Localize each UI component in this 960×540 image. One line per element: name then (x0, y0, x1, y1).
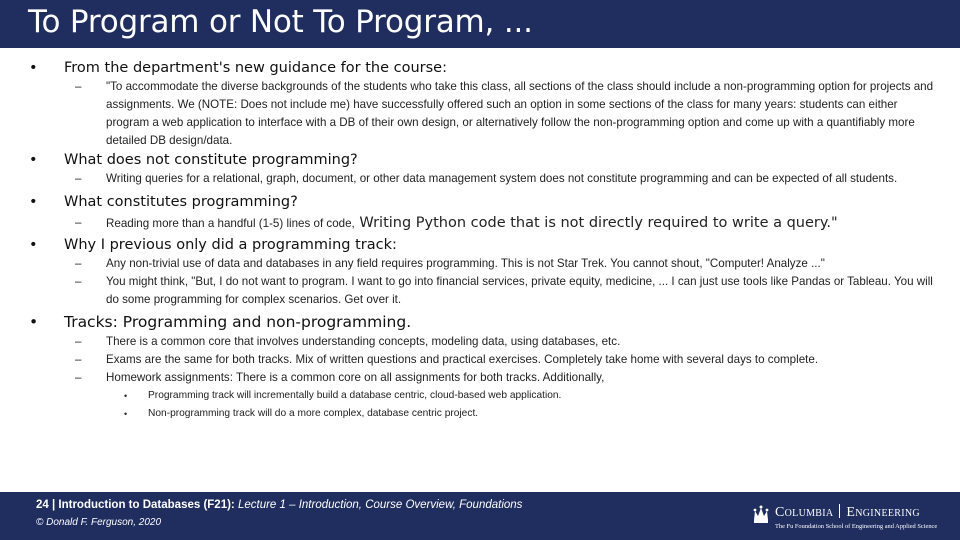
sub-bullet-homework: – Homework assignments: There is a commo… (0, 369, 960, 387)
bullet-dot-icon: • (29, 313, 39, 331)
sub-bullet-common-core: – There is a common core that involves u… (0, 333, 960, 351)
sub-bullet-text: Exams are the same for both tracks. Mix … (106, 353, 819, 366)
bullet-text: Why I previous only did a programming tr… (64, 237, 397, 253)
page-number: 24 (36, 499, 49, 511)
sub-bullet-star-trek: – Any non-trivial use of data and databa… (0, 255, 960, 273)
dash-icon: – (75, 371, 82, 384)
sub-bullet-text-large: Writing Python code that is not directly… (354, 215, 838, 231)
sub-bullet-text: Reading more than a handful (1-5) lines … (106, 217, 355, 230)
title-bar: To Program or Not To Program, ... (0, 0, 960, 48)
logo-divider (839, 504, 841, 518)
bullet-dot-icon: • (29, 60, 38, 76)
bullet-tracks: • Tracks: Programming and non-programmin… (0, 311, 960, 333)
sub-sub-bullet-programming-track: • Programming track will incrementally b… (0, 387, 960, 405)
dash-icon: – (75, 80, 82, 93)
dash-icon: – (75, 275, 82, 288)
bullet-guidance: • From the department's new guidance for… (0, 58, 960, 78)
sub-bullet-text: Writing queries for a relational, graph,… (106, 172, 898, 185)
sub-bullet-reading-code: – Reading more than a handful (1-5) line… (0, 212, 960, 235)
dash-icon: – (75, 257, 82, 270)
bullet-programming-track: • Why I previous only did a programming … (0, 235, 960, 255)
sub-bullet-get-over-it: – You might think, "But, I do not want t… (0, 273, 960, 309)
dash-icon: – (75, 216, 82, 229)
sub-bullet-text: Any non-trivial use of data and database… (106, 257, 825, 270)
logo-name-right: Engineering (846, 505, 920, 520)
columbia-engineering-logo: Columbia Engineering The Fu Foundation Sc… (752, 504, 952, 534)
bullet-text: From the department's new guidance for t… (64, 60, 447, 76)
logo-subtitle: The Fu Foundation School of Engineering … (775, 523, 938, 530)
bullet-text: What constitutes programming? (64, 194, 298, 210)
bullet-dot-icon: • (29, 237, 38, 253)
footer-bar: 24 | Introduction to Databases (F21): Le… (0, 492, 960, 540)
sub-sub-bullet-text: Programming track will incrementally bui… (148, 390, 562, 401)
crown-icon (753, 505, 769, 523)
dash-icon: – (75, 335, 82, 348)
bullet-constitutes-programming: • What constitutes programming? (0, 192, 960, 212)
sub-bullet-quote: – "To accommodate the diverse background… (0, 78, 960, 150)
logo-name-left: Columbia (775, 505, 834, 520)
slide-title: To Program or Not To Program, ... (28, 4, 533, 40)
bullet-dot-icon: • (29, 152, 38, 168)
sub-sub-bullet-text: Non-programming track will do a more com… (148, 408, 479, 419)
bullet-text: What does not constitute programming? (64, 152, 358, 168)
bullet-dot-icon: • (29, 194, 38, 210)
sub-bullet-text: "To accommodate the diverse backgrounds … (106, 80, 934, 147)
sub-sub-bullet-non-programming-track: • Non-programming track will do a more c… (0, 405, 960, 423)
bullet-text: Tracks: Programming and non-programming. (64, 313, 412, 331)
sub-bullet-text: Homework assignments: There is a common … (106, 371, 605, 384)
copyright: © Donald F. Ferguson, 2020 (36, 517, 162, 528)
sub-bullet-text: You might think, "But, I do not want to … (106, 275, 933, 306)
bullet-not-programming: • What does not constitute programming? (0, 150, 960, 170)
lecture-title: Lecture 1 – Introduction, Course Overvie… (237, 499, 523, 511)
dash-icon: – (75, 353, 82, 366)
slide-content: • From the department's new guidance for… (0, 58, 960, 423)
sub-bullet-text: There is a common core that involves und… (106, 335, 621, 348)
sub-bullet-exams: – Exams are the same for both tracks. Mi… (0, 351, 960, 369)
bullet-dot-icon: • (124, 409, 128, 419)
logo-wordmark: Columbia Engineering (775, 504, 920, 521)
bullet-dot-icon: • (124, 391, 128, 401)
dash-icon: – (75, 172, 82, 185)
sub-bullet-queries: – Writing queries for a relational, grap… (0, 170, 960, 188)
footer-course-line: 24 | Introduction to Databases (F21): Le… (36, 499, 523, 511)
course-name: Introduction to Databases (F21): (58, 499, 235, 511)
